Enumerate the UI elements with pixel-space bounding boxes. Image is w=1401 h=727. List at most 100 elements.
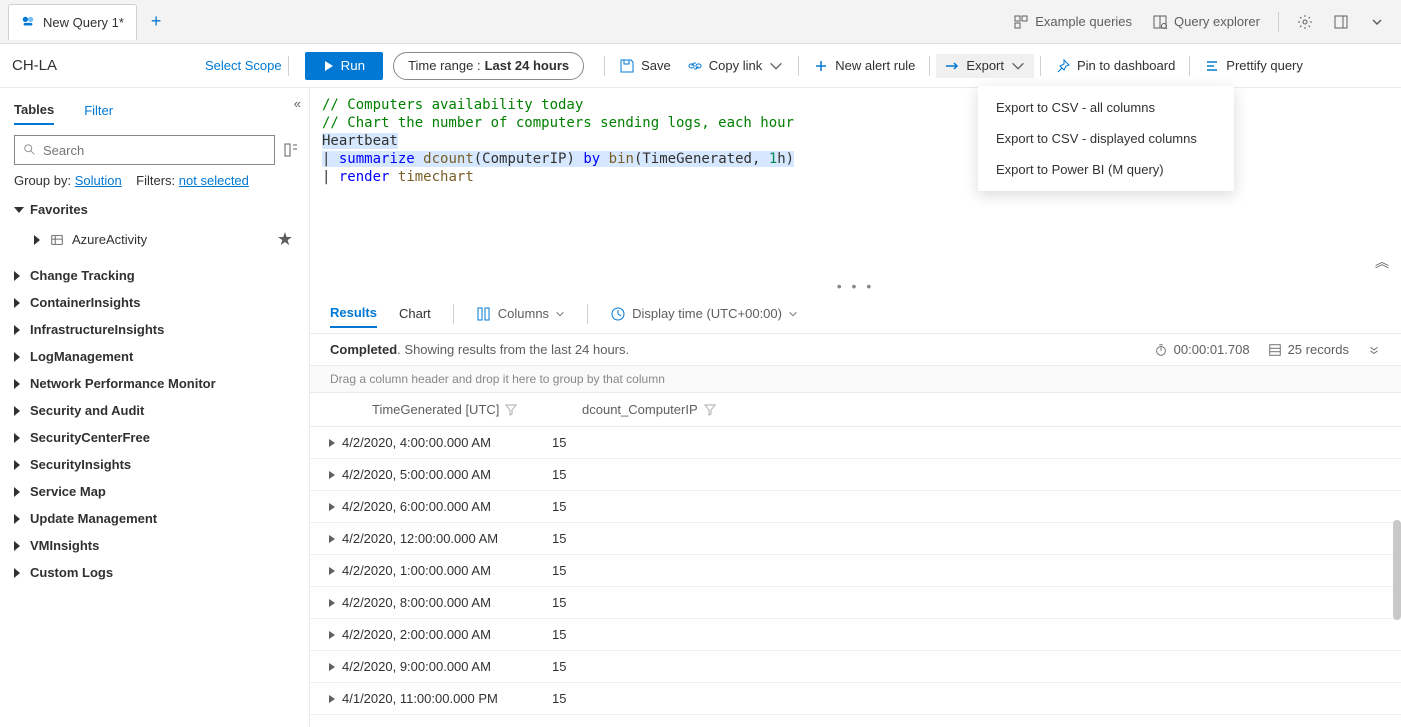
results-tab[interactable]: Results (330, 299, 377, 328)
time-range-picker[interactable]: Time range : Last 24 hours (393, 52, 584, 80)
sidebar-search[interactable] (14, 135, 275, 165)
expand-row-button[interactable] (322, 470, 342, 480)
sidebar-item[interactable]: VMInsights (14, 532, 299, 559)
expand-row-button[interactable] (322, 598, 342, 608)
sidebar-item[interactable]: ContainerInsights (14, 289, 299, 316)
cell-timegenerated: 4/2/2020, 5:00:00.000 AM (342, 467, 552, 482)
expand-row-button[interactable] (322, 438, 342, 448)
settings-button[interactable] (1289, 10, 1321, 34)
sidebar-item[interactable]: Change Tracking (14, 262, 299, 289)
caret-right-icon (14, 568, 20, 578)
expand-row-button[interactable] (322, 502, 342, 512)
sidebar-item[interactable]: SecurityInsights (14, 451, 299, 478)
cell-timegenerated: 4/1/2020, 11:00:00.000 PM (342, 691, 552, 706)
caret-right-icon (14, 487, 20, 497)
favorite-item-azureactivity[interactable]: AzureActivity ★ (14, 225, 299, 262)
export-icon (944, 58, 960, 74)
chevron-down-icon (1010, 58, 1026, 74)
pin-to-dashboard-button[interactable]: Pin to dashboard (1047, 54, 1183, 78)
top-right-icons: Example queries Query explorer (1005, 10, 1393, 34)
cell-dcount: 15 (552, 563, 722, 578)
cell-timegenerated: 4/2/2020, 12:00:00.000 AM (342, 531, 552, 546)
caret-right-icon (14, 433, 20, 443)
table-row[interactable]: 4/2/2020, 8:00:00.000 AM15 (310, 587, 1401, 619)
table-row[interactable]: 4/2/2020, 2:00:00.000 AM15 (310, 619, 1401, 651)
sidebar-item[interactable]: LogManagement (14, 343, 299, 370)
table-row[interactable]: 4/2/2020, 4:00:00.000 AM15 (310, 427, 1401, 459)
display-time-button[interactable]: Display time (UTC+00:00) (610, 306, 798, 322)
sidebar-item[interactable]: Update Management (14, 505, 299, 532)
query-tab-icon (21, 15, 35, 29)
sidebar-item[interactable]: InfrastructureInsights (14, 316, 299, 343)
expand-row-button[interactable] (322, 630, 342, 640)
toggle-preview-icon[interactable] (283, 142, 299, 158)
filters-value[interactable]: not selected (179, 173, 249, 188)
chart-tab[interactable]: Chart (399, 300, 431, 327)
search-input[interactable] (43, 143, 266, 158)
table-row[interactable]: 4/2/2020, 12:00:00.000 AM15 (310, 523, 1401, 555)
column-header-dcount[interactable]: dcount_ComputerIP (568, 402, 738, 417)
example-queries-button[interactable]: Example queries (1005, 10, 1140, 34)
collapse-sidebar-button[interactable]: « (294, 96, 301, 111)
columns-button[interactable]: Columns (476, 306, 565, 322)
sidebar-item[interactable]: Network Performance Monitor (14, 370, 299, 397)
table-row[interactable]: 4/2/2020, 9:00:00.000 AM15 (310, 651, 1401, 683)
cell-dcount: 15 (552, 659, 722, 674)
panel-layout-button[interactable] (1325, 10, 1357, 34)
status-bar: Completed. Showing results from the last… (310, 334, 1401, 366)
cell-timegenerated: 4/2/2020, 8:00:00.000 AM (342, 595, 552, 610)
new-alert-rule-button[interactable]: New alert rule (805, 54, 923, 78)
export-csv-displayed[interactable]: Export to CSV - displayed columns (978, 123, 1234, 154)
column-header-timegenerated[interactable]: TimeGenerated [UTC] (358, 402, 568, 417)
expand-row-button[interactable] (322, 534, 342, 544)
cell-timegenerated: 4/2/2020, 1:00:00.000 AM (342, 563, 552, 578)
save-icon (619, 58, 635, 74)
caret-right-icon (14, 352, 20, 362)
expand-row-button[interactable] (322, 662, 342, 672)
results-toolbar: Results Chart Columns Display time (UTC+… (310, 294, 1401, 334)
save-button[interactable]: Save (611, 54, 679, 78)
query-editor[interactable]: // Computers availability today // Chart… (310, 88, 1401, 278)
sidebar-item[interactable]: Service Map (14, 478, 299, 505)
scrollbar-thumb[interactable] (1393, 520, 1401, 620)
clock-icon (610, 306, 626, 322)
expand-down-icon[interactable] (1367, 343, 1381, 357)
table-row[interactable]: 4/2/2020, 5:00:00.000 AM15 (310, 459, 1401, 491)
sidebar-item[interactable]: SecurityCenterFree (14, 424, 299, 451)
sidebar-item[interactable]: Custom Logs (14, 559, 299, 586)
query-explorer-button[interactable]: Query explorer (1144, 10, 1268, 34)
table-row[interactable]: 4/1/2020, 11:00:00.000 PM15 (310, 683, 1401, 715)
export-button[interactable]: Export (936, 54, 1034, 78)
cell-dcount: 15 (552, 627, 722, 642)
cell-dcount: 15 (552, 531, 722, 546)
table-icon (50, 233, 64, 247)
star-icon[interactable]: ★ (277, 229, 293, 250)
export-powerbi[interactable]: Export to Power BI (M query) (978, 154, 1234, 185)
query-toolbar: CH-LA Select Scope Run Time range : Last… (0, 44, 1401, 88)
collapse-editor-button[interactable]: ︽ (1375, 252, 1389, 272)
expand-row-button[interactable] (322, 566, 342, 576)
prettify-query-button[interactable]: Prettify query (1196, 54, 1311, 78)
cell-dcount: 15 (552, 691, 722, 706)
add-tab-button[interactable]: + (141, 11, 172, 32)
query-tab[interactable]: New Query 1* (8, 4, 137, 40)
export-csv-all[interactable]: Export to CSV - all columns (978, 92, 1234, 123)
copy-link-button[interactable]: Copy link (679, 54, 792, 78)
sidebar-tab-filter[interactable]: Filter (84, 97, 113, 124)
table-row[interactable]: 4/2/2020, 1:00:00.000 AM15 (310, 555, 1401, 587)
select-scope-link[interactable]: Select Scope (205, 58, 282, 73)
expand-row-button[interactable] (322, 694, 342, 704)
filter-icon[interactable] (505, 404, 517, 416)
table-row[interactable]: 4/2/2020, 6:00:00.000 AM15 (310, 491, 1401, 523)
export-dropdown: Export to CSV - all columns Export to CS… (978, 86, 1234, 191)
filter-icon[interactable] (704, 404, 716, 416)
sidebar-tab-tables[interactable]: Tables (14, 96, 54, 125)
chevron-down-button[interactable] (1361, 10, 1393, 34)
results-rows: 4/2/2020, 4:00:00.000 AM154/2/2020, 5:00… (310, 427, 1401, 715)
favorites-section[interactable]: Favorites (14, 202, 299, 217)
sidebar-item[interactable]: Security and Audit (14, 397, 299, 424)
group-hint[interactable]: Drag a column header and drop it here to… (310, 366, 1401, 393)
splitter-handle[interactable]: • • • (310, 278, 1401, 294)
run-button[interactable]: Run (305, 52, 383, 80)
group-by-value[interactable]: Solution (75, 173, 122, 188)
